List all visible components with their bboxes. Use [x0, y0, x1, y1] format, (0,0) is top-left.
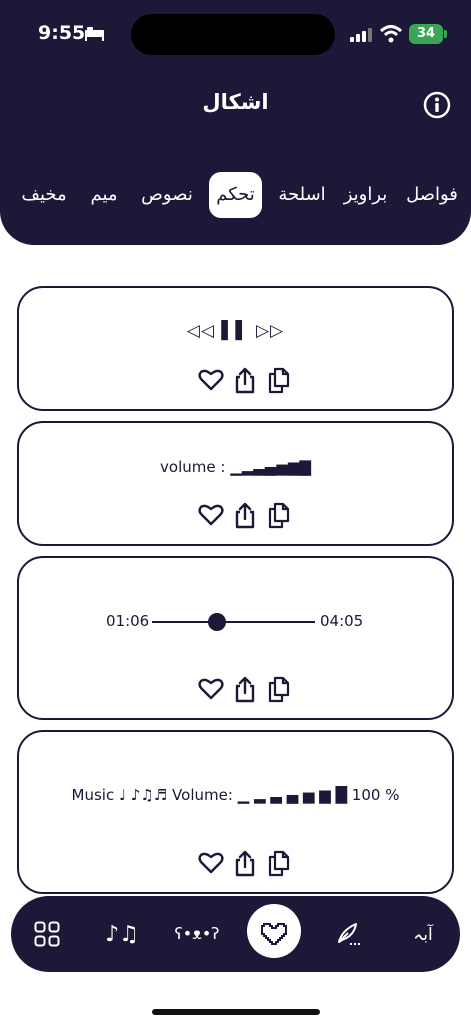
copy-icon [268, 367, 290, 394]
shape-card[interactable]: ◁◁ ▌▌ ▷▷ [17, 286, 454, 411]
shape-text: ◁◁ ▌▌ ▷▷ [186, 321, 285, 341]
nav-kaomoji[interactable]: ʕ•ᴥ•ʔ [169, 896, 225, 972]
heart-icon [198, 678, 224, 700]
copy-button[interactable] [266, 675, 292, 703]
signal-icon [350, 28, 372, 42]
screen: 9:55 34 اشكال فواصل براويز اسلحة تحكم نص… [0, 0, 471, 1024]
share-icon [235, 367, 255, 394]
page-title: اشكال [202, 90, 269, 114]
tab-tahakkum[interactable]: تحكم [209, 172, 262, 218]
share-icon [235, 850, 255, 877]
favorite-button[interactable] [198, 501, 224, 529]
nav-writing[interactable] [320, 896, 376, 972]
card-actions [19, 675, 452, 703]
card-actions [19, 849, 452, 877]
bed-icon [85, 27, 104, 41]
bottom-nav: ♪♫ ʕ•ᴥ•ʔ آبہ [11, 896, 460, 972]
share-button[interactable] [232, 501, 258, 529]
copy-button[interactable] [266, 849, 292, 877]
card-actions [19, 366, 452, 394]
heart-icon [198, 369, 224, 391]
shape-card[interactable]: Music ♩ ♪♫♬ Volume: ▁ ▂ ▃ ▄ ▅ ▆ █ 100 % [17, 730, 454, 894]
home-indicator [152, 1009, 320, 1015]
nav-favorites[interactable] [246, 896, 302, 972]
info-icon[interactable] [423, 91, 451, 119]
heart-icon [198, 852, 224, 874]
share-icon [235, 676, 255, 703]
time-end: 04:05 [320, 612, 364, 630]
copy-icon [268, 676, 290, 703]
shape-text: volume : ▁▂▃▄▅▆▇ [160, 458, 311, 476]
nav-arabic-letters[interactable]: آبہ [395, 896, 451, 972]
shape-card[interactable]: volume : ▁▂▃▄▅▆▇ [17, 421, 454, 546]
copy-button[interactable] [266, 366, 292, 394]
seek-thumb [208, 613, 227, 631]
share-button[interactable] [232, 366, 258, 394]
tab-meme[interactable]: ميم [86, 172, 122, 218]
category-tabs: فواصل براويز اسلحة تحكم نصوص ميم مخيف [0, 172, 471, 218]
dynamic-island [131, 14, 335, 55]
favorite-button[interactable] [198, 849, 224, 877]
favorite-button[interactable] [198, 675, 224, 703]
battery-indicator: 34 [409, 24, 443, 44]
nav-music[interactable]: ♪♫ [94, 896, 150, 972]
card-actions [19, 501, 452, 529]
tab-fawasel[interactable]: فواصل [398, 172, 466, 218]
share-icon [235, 502, 255, 529]
feather-pen-icon [338, 923, 360, 945]
copy-icon [268, 850, 290, 877]
heart-pixel-icon [261, 923, 287, 945]
favorite-button[interactable] [198, 366, 224, 394]
header: 9:55 34 اشكال فواصل براويز اسلحة تحكم نص… [0, 0, 471, 245]
tab-nusus[interactable]: نصوص [136, 172, 198, 218]
wifi-icon [380, 25, 402, 43]
share-button[interactable] [232, 675, 258, 703]
nav-grid[interactable] [19, 896, 75, 972]
tab-asliha[interactable]: اسلحة [274, 172, 330, 218]
tab-barawiz[interactable]: براويز [343, 172, 388, 218]
shape-card[interactable]: 01:06 04:05 [17, 556, 454, 720]
copy-button[interactable] [266, 501, 292, 529]
tab-mukheef[interactable]: مخيف [16, 172, 72, 218]
shape-text: Music ♩ ♪♫♬ Volume: ▁ ▂ ▃ ▄ ▅ ▆ █ 100 % [71, 786, 400, 804]
heart-icon [198, 504, 224, 526]
status-time: 9:55 [38, 22, 86, 44]
battery-tip [444, 30, 447, 38]
time-start: 01:06 [106, 612, 150, 630]
copy-icon [268, 502, 290, 529]
grid-icon [34, 921, 60, 947]
seek-bar [152, 621, 315, 623]
share-button[interactable] [232, 849, 258, 877]
